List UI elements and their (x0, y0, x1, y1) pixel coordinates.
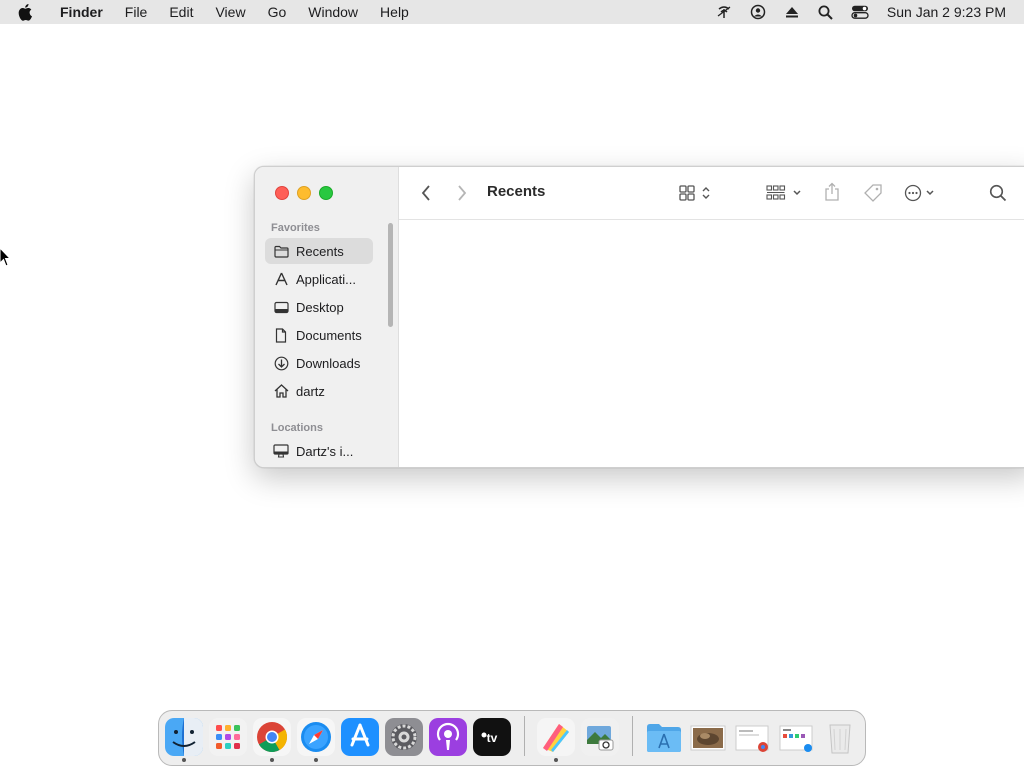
sidebar-item-label: Recents (296, 243, 344, 259)
sidebar-item-label: Documents (296, 327, 362, 343)
view-mode-button[interactable] (677, 182, 715, 204)
running-indicator (270, 758, 274, 762)
dock-launchpad-icon[interactable] (209, 718, 247, 756)
downloads-icon (273, 355, 289, 371)
dock-app-store-icon[interactable] (341, 718, 379, 756)
maximize-window-button[interactable] (319, 186, 333, 200)
dock-system-preferences-icon[interactable] (385, 718, 423, 756)
dock-separator (524, 716, 525, 756)
sidebar-item-downloads[interactable]: Downloads (265, 350, 373, 376)
folder-icon (273, 243, 289, 259)
sidebar-item-applications[interactable]: Applicati... (265, 266, 373, 292)
more-actions-button[interactable] (903, 182, 941, 204)
finder-toolbar: Recents (399, 167, 1024, 220)
eject-icon[interactable] (782, 2, 802, 22)
sidebar-item-documents[interactable]: Documents (265, 322, 373, 348)
dock-apple-tv-icon[interactable]: tv (473, 718, 511, 756)
sidebar-item-label: Downloads (296, 355, 361, 371)
dock-photo-thumbnail[interactable] (689, 718, 727, 756)
minimize-window-button[interactable] (297, 186, 311, 200)
dock-chrome-icon[interactable] (253, 718, 291, 756)
menu-edit[interactable]: Edit (158, 0, 204, 24)
home-icon (273, 383, 289, 399)
sidebar-heading-locations: Locations (271, 422, 323, 434)
window-title: Recents (487, 183, 546, 200)
control-center-icon[interactable] (850, 2, 870, 22)
menubar-clock[interactable]: Sun Jan 2 9:23 PM (887, 4, 1006, 20)
sidebar-item-label: Dartz's i... (296, 443, 354, 459)
window-controls (275, 186, 333, 200)
computer-icon (273, 443, 289, 459)
sidebar-item-computer[interactable]: Dartz's i... (265, 438, 373, 464)
status-area: Sun Jan 2 9:23 PM (707, 0, 1024, 24)
menu-finder[interactable]: Finder (46, 0, 114, 24)
menu-file[interactable]: File (114, 0, 159, 24)
menu-go[interactable]: Go (257, 0, 298, 24)
applications-icon (273, 271, 289, 287)
close-window-button[interactable] (275, 186, 289, 200)
running-indicator (314, 758, 318, 762)
sidebar-item-desktop[interactable]: Desktop (265, 294, 373, 320)
user-icon[interactable] (748, 2, 768, 22)
share-icon[interactable] (821, 180, 843, 204)
sidebar-heading-favorites: Favorites (271, 222, 320, 234)
dock: tv (158, 710, 866, 766)
dock-document-thumbnail[interactable] (733, 718, 771, 756)
dock-safari-icon[interactable] (297, 718, 335, 756)
menu-help[interactable]: Help (369, 0, 420, 24)
dock-podcasts-icon[interactable] (429, 718, 467, 756)
group-by-button[interactable] (765, 182, 805, 204)
svg-text:tv: tv (487, 731, 498, 745)
dock-pixelmator-icon[interactable] (537, 718, 575, 756)
finder-sidebar: Favorites Recents Applicati... Desktop D… (255, 167, 399, 467)
running-indicator (182, 758, 186, 762)
tag-icon[interactable] (861, 181, 885, 205)
sidebar-item-home[interactable]: dartz (265, 378, 373, 404)
dock-separator (632, 716, 633, 756)
running-indicator (554, 758, 558, 762)
dock-preview-icon[interactable] (581, 718, 619, 756)
sidebar-scrollbar[interactable] (388, 223, 393, 327)
menu-bar: Finder File Edit View Go Window Help Sun… (0, 0, 1024, 24)
apple-menu-icon[interactable] (16, 2, 36, 22)
sidebar-item-recents[interactable]: Recents (265, 238, 373, 264)
sidebar-item-label: Applicati... (296, 271, 356, 287)
back-button[interactable] (415, 183, 437, 203)
menu-window[interactable]: Window (297, 0, 369, 24)
spotlight-search-icon[interactable] (816, 2, 836, 22)
search-icon[interactable] (987, 182, 1009, 204)
finder-window: Favorites Recents Applicati... Desktop D… (254, 166, 1024, 468)
document-icon (273, 327, 289, 343)
file-list-area[interactable] (399, 220, 1024, 467)
menu-view[interactable]: View (204, 0, 256, 24)
forward-button[interactable] (451, 183, 473, 203)
dock-screenshot-thumbnail[interactable] (777, 718, 815, 756)
sidebar-item-label: Desktop (296, 299, 344, 315)
dock-finder-icon[interactable] (165, 718, 203, 756)
dock-trash-icon[interactable] (821, 718, 859, 756)
wifi-off-icon[interactable] (714, 2, 734, 22)
desktop-icon (273, 299, 289, 315)
dock-applications-folder-icon[interactable] (645, 718, 683, 756)
sidebar-item-label: dartz (296, 383, 325, 399)
mouse-pointer-icon (0, 247, 12, 268)
